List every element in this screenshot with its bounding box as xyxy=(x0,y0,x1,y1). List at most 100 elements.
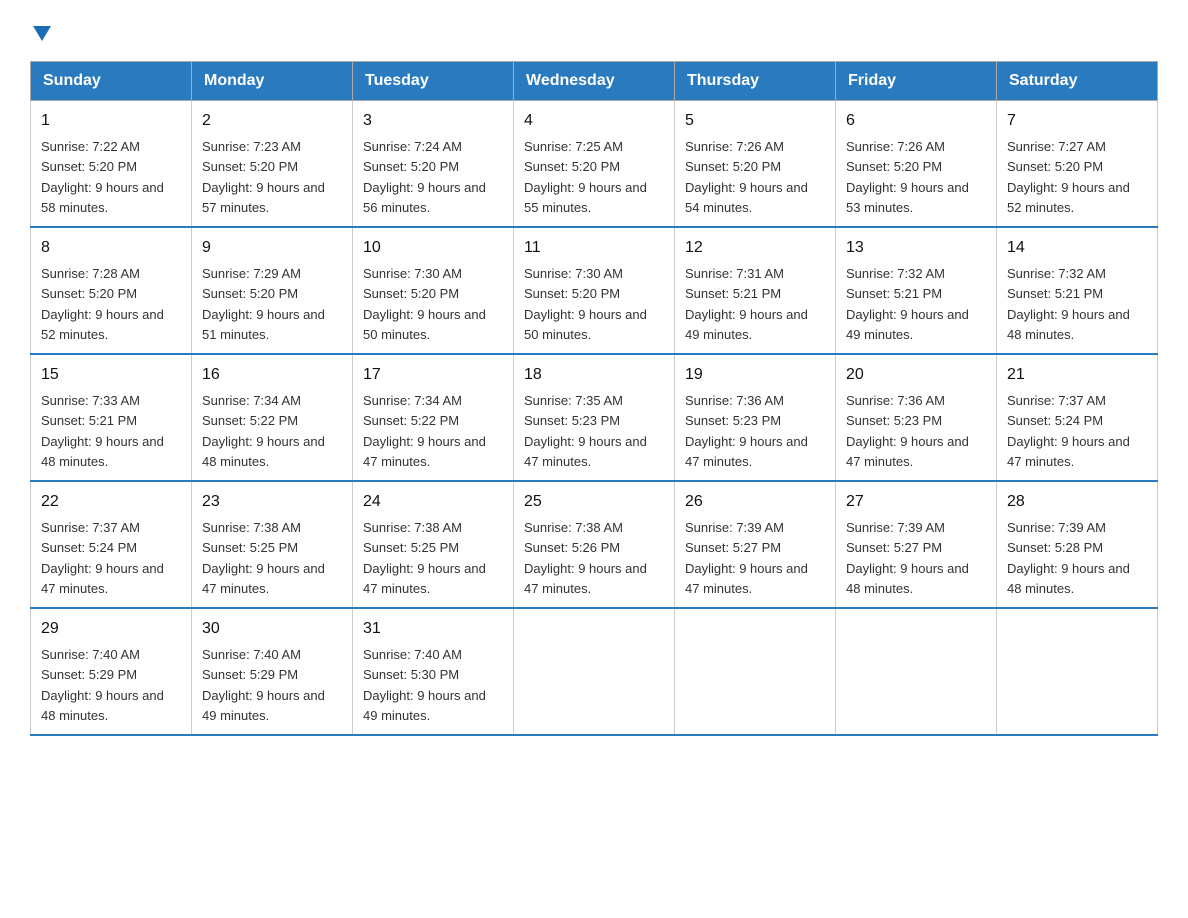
page-header xyxy=(30,20,1158,41)
day-info: Sunrise: 7:37 AMSunset: 5:24 PMDaylight:… xyxy=(1007,393,1130,469)
day-info: Sunrise: 7:38 AMSunset: 5:26 PMDaylight:… xyxy=(524,520,647,596)
day-info: Sunrise: 7:40 AMSunset: 5:30 PMDaylight:… xyxy=(363,647,486,723)
day-info: Sunrise: 7:31 AMSunset: 5:21 PMDaylight:… xyxy=(685,266,808,342)
calendar-cell: 25 Sunrise: 7:38 AMSunset: 5:26 PMDaylig… xyxy=(514,481,675,608)
calendar-cell: 5 Sunrise: 7:26 AMSunset: 5:20 PMDayligh… xyxy=(675,101,836,228)
calendar-cell: 31 Sunrise: 7:40 AMSunset: 5:30 PMDaylig… xyxy=(353,608,514,735)
day-info: Sunrise: 7:30 AMSunset: 5:20 PMDaylight:… xyxy=(363,266,486,342)
day-number: 22 xyxy=(41,490,181,514)
day-info: Sunrise: 7:40 AMSunset: 5:29 PMDaylight:… xyxy=(202,647,325,723)
day-info: Sunrise: 7:26 AMSunset: 5:20 PMDaylight:… xyxy=(685,139,808,215)
calendar-cell xyxy=(997,608,1158,735)
calendar-cell: 29 Sunrise: 7:40 AMSunset: 5:29 PMDaylig… xyxy=(31,608,192,735)
logo xyxy=(30,20,51,41)
calendar-cell: 23 Sunrise: 7:38 AMSunset: 5:25 PMDaylig… xyxy=(192,481,353,608)
calendar-cell: 8 Sunrise: 7:28 AMSunset: 5:20 PMDayligh… xyxy=(31,227,192,354)
day-number: 21 xyxy=(1007,363,1147,387)
calendar-cell: 19 Sunrise: 7:36 AMSunset: 5:23 PMDaylig… xyxy=(675,354,836,481)
day-number: 23 xyxy=(202,490,342,514)
day-info: Sunrise: 7:22 AMSunset: 5:20 PMDaylight:… xyxy=(41,139,164,215)
day-number: 8 xyxy=(41,236,181,260)
day-number: 24 xyxy=(363,490,503,514)
day-number: 29 xyxy=(41,617,181,641)
calendar-cell: 11 Sunrise: 7:30 AMSunset: 5:20 PMDaylig… xyxy=(514,227,675,354)
weekday-header-thursday: Thursday xyxy=(675,62,836,101)
day-number: 5 xyxy=(685,109,825,133)
day-number: 31 xyxy=(363,617,503,641)
day-number: 9 xyxy=(202,236,342,260)
calendar-cell: 18 Sunrise: 7:35 AMSunset: 5:23 PMDaylig… xyxy=(514,354,675,481)
weekday-header-monday: Monday xyxy=(192,62,353,101)
day-info: Sunrise: 7:34 AMSunset: 5:22 PMDaylight:… xyxy=(363,393,486,469)
day-info: Sunrise: 7:24 AMSunset: 5:20 PMDaylight:… xyxy=(363,139,486,215)
calendar-table: SundayMondayTuesdayWednesdayThursdayFrid… xyxy=(30,61,1158,736)
day-number: 12 xyxy=(685,236,825,260)
calendar-cell: 20 Sunrise: 7:36 AMSunset: 5:23 PMDaylig… xyxy=(836,354,997,481)
day-info: Sunrise: 7:30 AMSunset: 5:20 PMDaylight:… xyxy=(524,266,647,342)
day-number: 1 xyxy=(41,109,181,133)
day-number: 17 xyxy=(363,363,503,387)
day-number: 6 xyxy=(846,109,986,133)
calendar-cell: 17 Sunrise: 7:34 AMSunset: 5:22 PMDaylig… xyxy=(353,354,514,481)
weekday-header-tuesday: Tuesday xyxy=(353,62,514,101)
day-number: 27 xyxy=(846,490,986,514)
calendar-header-row: SundayMondayTuesdayWednesdayThursdayFrid… xyxy=(31,62,1158,101)
calendar-cell: 27 Sunrise: 7:39 AMSunset: 5:27 PMDaylig… xyxy=(836,481,997,608)
day-number: 10 xyxy=(363,236,503,260)
day-info: Sunrise: 7:39 AMSunset: 5:28 PMDaylight:… xyxy=(1007,520,1130,596)
calendar-cell: 3 Sunrise: 7:24 AMSunset: 5:20 PMDayligh… xyxy=(353,101,514,228)
day-info: Sunrise: 7:39 AMSunset: 5:27 PMDaylight:… xyxy=(846,520,969,596)
calendar-cell xyxy=(514,608,675,735)
calendar-cell: 12 Sunrise: 7:31 AMSunset: 5:21 PMDaylig… xyxy=(675,227,836,354)
calendar-cell: 4 Sunrise: 7:25 AMSunset: 5:20 PMDayligh… xyxy=(514,101,675,228)
weekday-header-saturday: Saturday xyxy=(997,62,1158,101)
day-number: 16 xyxy=(202,363,342,387)
day-number: 4 xyxy=(524,109,664,133)
day-number: 7 xyxy=(1007,109,1147,133)
calendar-cell: 7 Sunrise: 7:27 AMSunset: 5:20 PMDayligh… xyxy=(997,101,1158,228)
day-number: 20 xyxy=(846,363,986,387)
day-info: Sunrise: 7:32 AMSunset: 5:21 PMDaylight:… xyxy=(846,266,969,342)
day-info: Sunrise: 7:36 AMSunset: 5:23 PMDaylight:… xyxy=(685,393,808,469)
calendar-cell: 24 Sunrise: 7:38 AMSunset: 5:25 PMDaylig… xyxy=(353,481,514,608)
day-info: Sunrise: 7:27 AMSunset: 5:20 PMDaylight:… xyxy=(1007,139,1130,215)
day-info: Sunrise: 7:34 AMSunset: 5:22 PMDaylight:… xyxy=(202,393,325,469)
calendar-cell: 2 Sunrise: 7:23 AMSunset: 5:20 PMDayligh… xyxy=(192,101,353,228)
day-number: 11 xyxy=(524,236,664,260)
calendar-week-row: 15 Sunrise: 7:33 AMSunset: 5:21 PMDaylig… xyxy=(31,354,1158,481)
weekday-header-friday: Friday xyxy=(836,62,997,101)
day-number: 19 xyxy=(685,363,825,387)
calendar-cell: 13 Sunrise: 7:32 AMSunset: 5:21 PMDaylig… xyxy=(836,227,997,354)
day-info: Sunrise: 7:25 AMSunset: 5:20 PMDaylight:… xyxy=(524,139,647,215)
calendar-cell: 6 Sunrise: 7:26 AMSunset: 5:20 PMDayligh… xyxy=(836,101,997,228)
day-number: 25 xyxy=(524,490,664,514)
calendar-week-row: 1 Sunrise: 7:22 AMSunset: 5:20 PMDayligh… xyxy=(31,101,1158,228)
day-number: 2 xyxy=(202,109,342,133)
day-info: Sunrise: 7:36 AMSunset: 5:23 PMDaylight:… xyxy=(846,393,969,469)
day-number: 30 xyxy=(202,617,342,641)
calendar-cell: 10 Sunrise: 7:30 AMSunset: 5:20 PMDaylig… xyxy=(353,227,514,354)
calendar-cell: 16 Sunrise: 7:34 AMSunset: 5:22 PMDaylig… xyxy=(192,354,353,481)
day-info: Sunrise: 7:28 AMSunset: 5:20 PMDaylight:… xyxy=(41,266,164,342)
calendar-cell xyxy=(836,608,997,735)
day-number: 13 xyxy=(846,236,986,260)
day-info: Sunrise: 7:29 AMSunset: 5:20 PMDaylight:… xyxy=(202,266,325,342)
day-info: Sunrise: 7:38 AMSunset: 5:25 PMDaylight:… xyxy=(202,520,325,596)
calendar-cell: 21 Sunrise: 7:37 AMSunset: 5:24 PMDaylig… xyxy=(997,354,1158,481)
day-info: Sunrise: 7:40 AMSunset: 5:29 PMDaylight:… xyxy=(41,647,164,723)
calendar-cell: 22 Sunrise: 7:37 AMSunset: 5:24 PMDaylig… xyxy=(31,481,192,608)
calendar-cell: 15 Sunrise: 7:33 AMSunset: 5:21 PMDaylig… xyxy=(31,354,192,481)
weekday-header-sunday: Sunday xyxy=(31,62,192,101)
calendar-cell: 1 Sunrise: 7:22 AMSunset: 5:20 PMDayligh… xyxy=(31,101,192,228)
calendar-week-row: 8 Sunrise: 7:28 AMSunset: 5:20 PMDayligh… xyxy=(31,227,1158,354)
day-number: 14 xyxy=(1007,236,1147,260)
day-info: Sunrise: 7:37 AMSunset: 5:24 PMDaylight:… xyxy=(41,520,164,596)
day-info: Sunrise: 7:33 AMSunset: 5:21 PMDaylight:… xyxy=(41,393,164,469)
calendar-week-row: 22 Sunrise: 7:37 AMSunset: 5:24 PMDaylig… xyxy=(31,481,1158,608)
calendar-cell: 28 Sunrise: 7:39 AMSunset: 5:28 PMDaylig… xyxy=(997,481,1158,608)
day-number: 18 xyxy=(524,363,664,387)
weekday-header-wednesday: Wednesday xyxy=(514,62,675,101)
calendar-cell: 30 Sunrise: 7:40 AMSunset: 5:29 PMDaylig… xyxy=(192,608,353,735)
calendar-cell: 14 Sunrise: 7:32 AMSunset: 5:21 PMDaylig… xyxy=(997,227,1158,354)
day-info: Sunrise: 7:26 AMSunset: 5:20 PMDaylight:… xyxy=(846,139,969,215)
